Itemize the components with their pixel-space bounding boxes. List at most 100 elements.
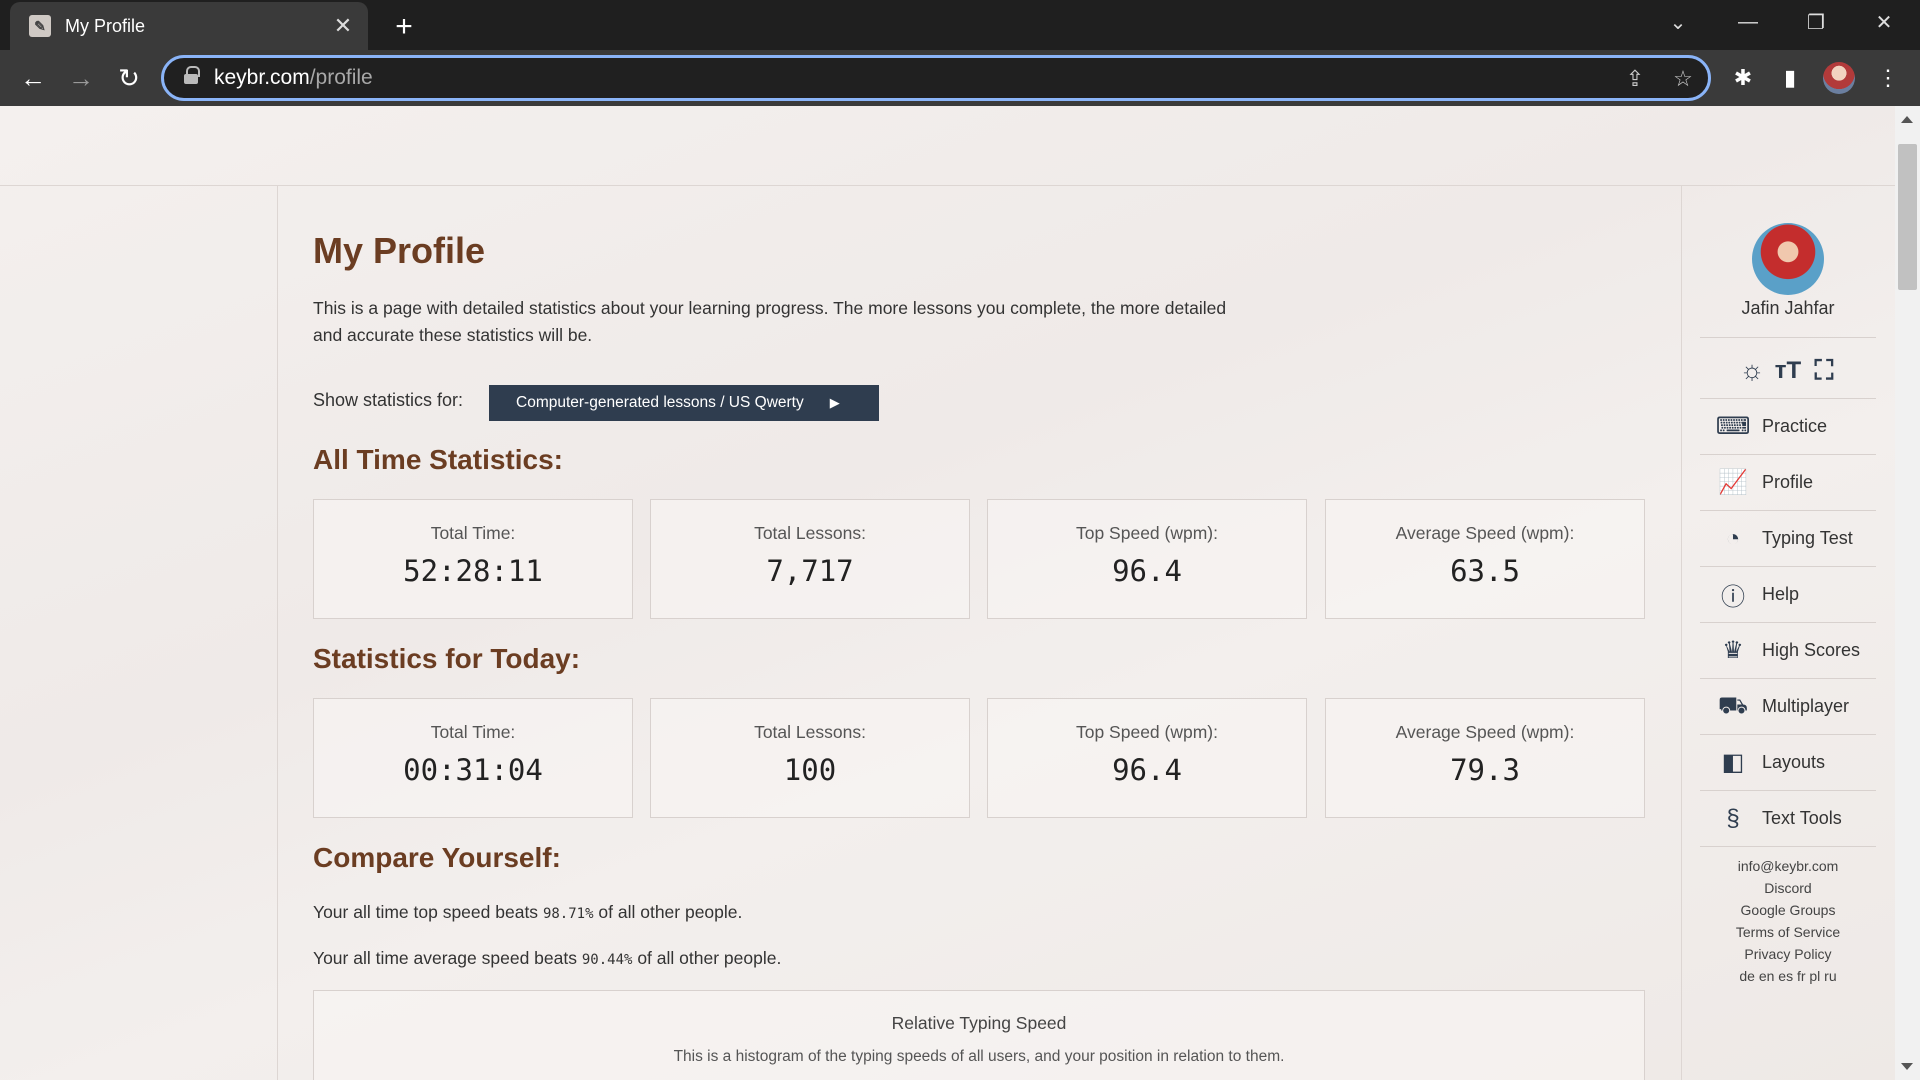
browser-menu-icon[interactable]: ⋮ <box>1872 62 1904 94</box>
comparison-text: Your all time average speed beats <box>313 948 577 968</box>
language-links[interactable]: de en es fr pl ru <box>1700 965 1876 987</box>
speedometer-icon: ◔ <box>1725 524 1741 552</box>
histogram-panel: Relative Typing Speed This is a histogra… <box>313 990 1645 1080</box>
stat-card: Average Speed (wpm): 79.3 <box>1325 698 1645 818</box>
user-avatar[interactable] <box>1752 223 1824 295</box>
average-speed-comparison: Your all time average speed beats 90.44%… <box>313 948 781 969</box>
stat-card: Top Speed (wpm): 96.4 <box>987 499 1307 619</box>
divider <box>1700 337 1876 338</box>
scroll-up-icon[interactable] <box>1901 116 1913 123</box>
scroll-down-icon[interactable] <box>1901 1063 1913 1070</box>
comparison-text: of all other people. <box>637 948 782 968</box>
stat-value: 52:28:11 <box>403 554 543 588</box>
privacy-link[interactable]: Privacy Policy <box>1700 943 1876 965</box>
stat-value: 96.4 <box>1112 554 1182 588</box>
browser-tab-strip: ✎ My Profile ✕ + ⌄ — ❐ ✕ <box>0 0 1920 50</box>
intro-text: This is a page with detailed statistics … <box>313 298 1227 345</box>
forward-icon[interactable]: → <box>62 59 100 97</box>
view-tools: ☼ ᴛT ⛶ <box>1700 343 1876 398</box>
stat-label: Total Lessons: <box>754 523 866 543</box>
terms-link[interactable]: Terms of Service <box>1700 921 1876 943</box>
sidebar-item-help[interactable]: ⓘ Help <box>1700 567 1876 622</box>
username[interactable]: Jafin Jahfar <box>1700 298 1876 319</box>
today-stats: Total Time: 00:31:04 Total Lessons: 100 … <box>313 698 1645 818</box>
help-icon: ⓘ <box>1721 584 1745 611</box>
stat-label: Top Speed (wpm): <box>1075 722 1218 742</box>
back-icon[interactable]: ← <box>14 59 52 97</box>
sidebar-item-label: Layouts <box>1762 752 1826 772</box>
stat-label: Average Speed (wpm): <box>1395 722 1575 742</box>
stat-label: Top Speed (wpm): <box>1075 523 1218 543</box>
close-tab-icon[interactable]: ✕ <box>326 9 360 43</box>
sidebar-item-label: Multiplayer <box>1762 696 1850 716</box>
lock-icon[interactable] <box>184 66 200 85</box>
header-band <box>0 106 1895 186</box>
histogram-description: This is a histogram of the typing speeds… <box>673 1048 1285 1065</box>
extensions-icon[interactable]: ✱ <box>1727 62 1759 94</box>
discord-link[interactable]: Discord <box>1700 877 1876 899</box>
trophy-icon: ♛ <box>1722 637 1744 664</box>
url-path: /profile <box>309 66 373 89</box>
left-divider <box>277 186 278 1080</box>
reload-icon[interactable]: ↻ <box>110 59 148 97</box>
theme-icon[interactable]: ☼ <box>1737 355 1767 386</box>
stat-value: 7,717 <box>766 554 854 588</box>
fullscreen-icon[interactable]: ⛶ <box>1809 355 1839 386</box>
restore-window-icon[interactable]: ❐ <box>1782 0 1850 44</box>
browser-toolbar: ← → ↻ keybr.com/profile ⇪ ☆ ✱ ▮ ⋮ <box>0 50 1920 106</box>
sidebar-item-practice[interactable]: ⌨ Practice <box>1700 399 1876 454</box>
stat-value: 79.3 <box>1450 753 1520 787</box>
url-host: keybr.com <box>214 66 310 89</box>
vertical-scrollbar[interactable] <box>1895 106 1920 1080</box>
keybr-favicon-icon: ✎ <box>29 15 51 37</box>
scrollbar-thumb[interactable] <box>1898 144 1917 290</box>
email-link[interactable]: info@keybr.com <box>1700 855 1876 877</box>
sidebar-item-label: Help <box>1762 584 1800 604</box>
stat-card: Total Lessons: 7,717 <box>650 499 970 619</box>
sidebar-item-text-tools[interactable]: § Text Tools <box>1700 791 1876 846</box>
filter-value: Computer-generated lessons / US Qwerty <box>516 394 804 411</box>
comparison-text: of all other people. <box>598 902 743 922</box>
new-tab-button[interactable]: + <box>386 9 422 45</box>
tab-search-icon[interactable]: ⌄ <box>1644 0 1712 44</box>
bookmark-star-icon[interactable]: ☆ <box>1669 65 1697 93</box>
sidebar-item-profile[interactable]: 📈 Profile <box>1700 455 1876 510</box>
comparison-text: Your all time top speed beats <box>313 902 539 922</box>
divider <box>1700 846 1876 847</box>
comparison-percent: 90.44% <box>581 952 633 968</box>
share-icon[interactable]: ⇪ <box>1621 65 1649 93</box>
stat-label: Total Lessons: <box>754 722 866 742</box>
browser-tab[interactable]: ✎ My Profile ✕ <box>10 2 368 50</box>
sidebar-item-label: Profile <box>1762 472 1814 492</box>
all-time-stats: Total Time: 52:28:11 Total Lessons: 7,71… <box>313 499 1645 619</box>
minimize-window-icon[interactable]: — <box>1714 0 1782 44</box>
stat-label: Total Time: <box>430 722 516 742</box>
today-title: Statistics for Today: <box>313 643 581 674</box>
play-arrow-icon: ▶ <box>829 395 840 410</box>
stat-card: Total Lessons: 100 <box>650 698 970 818</box>
sidebar-item-layouts[interactable]: ◧ Layouts <box>1700 735 1876 790</box>
right-divider <box>1681 186 1682 1080</box>
browser-profile-avatar[interactable] <box>1823 62 1855 94</box>
layouts-icon: ◧ <box>1721 749 1745 776</box>
sidebar-item-label: Practice <box>1762 416 1828 436</box>
sidebar-item-label: Text Tools <box>1762 808 1842 828</box>
google-groups-link[interactable]: Google Groups <box>1700 899 1876 921</box>
stat-card: Top Speed (wpm): 96.4 <box>987 698 1307 818</box>
close-window-icon[interactable]: ✕ <box>1850 0 1918 44</box>
sidebar-item-high-scores[interactable]: ♛ High Scores <box>1700 623 1876 678</box>
statistics-filter-button[interactable]: Computer-generated lessons / US Qwerty ▶ <box>489 385 879 421</box>
side-panel-icon[interactable]: ▮ <box>1774 62 1806 94</box>
address-bar[interactable]: keybr.com/profile ⇪ ☆ <box>161 55 1711 101</box>
font-size-icon[interactable]: ᴛT <box>1773 356 1803 386</box>
sidebar-item-multiplayer[interactable]: ⛟ Multiplayer <box>1700 679 1876 734</box>
filter-label: Show statistics for: <box>313 390 464 410</box>
stat-label: Average Speed (wpm): <box>1395 523 1575 543</box>
car-icon: ⛟ <box>1717 691 1749 719</box>
top-speed-comparison: Your all time top speed beats 98.71% of … <box>313 902 742 923</box>
sidebar-item-label: Typing Test <box>1762 528 1853 548</box>
chart-icon: 📈 <box>1718 469 1748 496</box>
stat-label: Total Time: <box>430 523 516 543</box>
sidebar-item-typing-test[interactable]: ◔ Typing Test <box>1700 511 1876 566</box>
compare-title: Compare Yourself: <box>313 842 561 873</box>
